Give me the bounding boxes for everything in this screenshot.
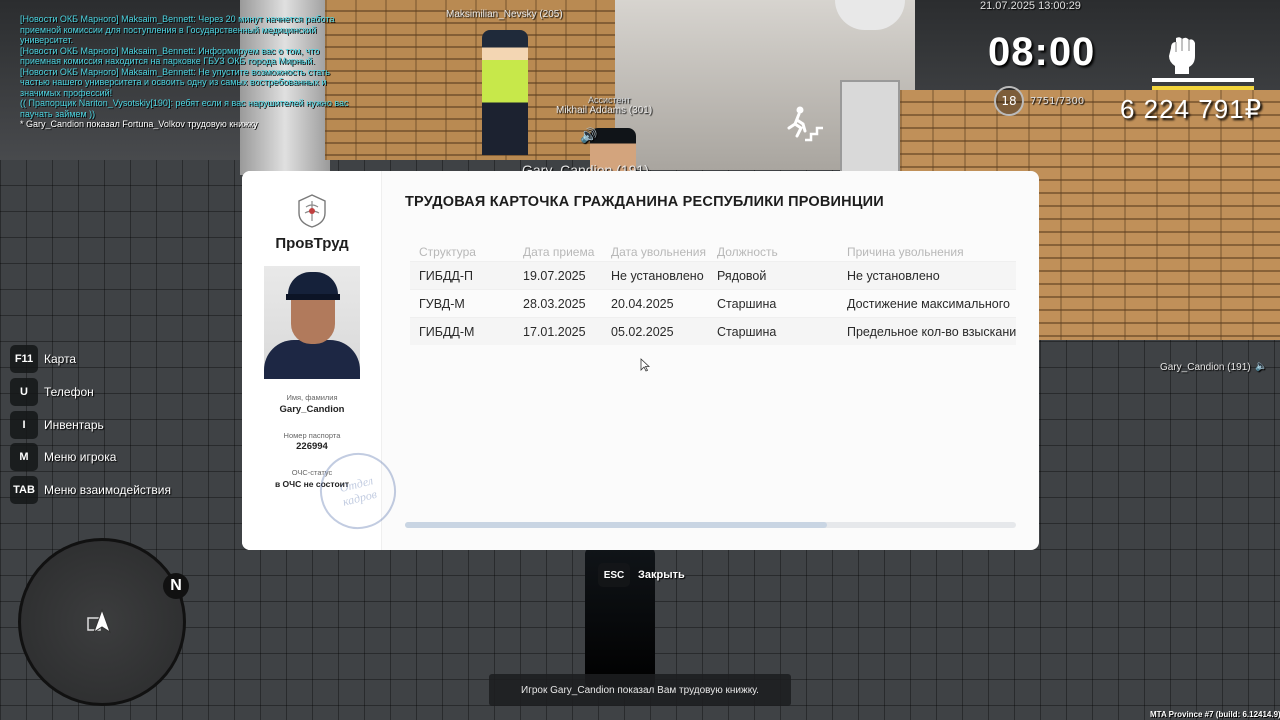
money-counter: 6 224 791₽	[1120, 94, 1263, 124]
hotkey-key: I	[10, 410, 38, 439]
scrollbar-thumb[interactable]	[405, 522, 827, 528]
employment-table: Структура Дата приема Дата увольнения До…	[410, 243, 1016, 345]
hotkey-label: Меню игрока	[44, 450, 117, 465]
table-cell: Достижение максимального	[847, 297, 1010, 311]
hotkey-player-menu[interactable]: M Меню игрока	[10, 443, 171, 472]
column-header: Причина увольнения	[847, 245, 964, 259]
nametag-npc-1: Maksimilian_Nevsky (205)	[446, 9, 563, 20]
health-bar	[1152, 78, 1254, 82]
name-caption: Имя, фамилия	[286, 393, 338, 402]
notification-toast: Игрок Gary_Candion показал Вам трудовую …	[489, 674, 791, 706]
table-row: ГИБДД-М 17.01.2025 05.02.2025 Старшина П…	[410, 317, 1016, 345]
speaker-icon: 🔊	[580, 128, 598, 144]
hud-date: 21.07.2025 13:00:29	[980, 0, 1081, 12]
table-cell: Не установлено	[847, 269, 940, 283]
mouse-cursor-icon	[640, 358, 650, 372]
table-cell: 28.03.2025	[523, 297, 586, 311]
table-row: ГИБДД-П 19.07.2025 Не установлено Рядово…	[410, 261, 1016, 289]
table-cell: 17.01.2025	[523, 325, 586, 339]
chat-line: [Новости ОКБ Марного] Maksaim_Bennett: И…	[20, 45, 320, 67]
passport-caption: Номер паспорта	[283, 431, 341, 440]
card-title: ТРУДОВАЯ КАРТОЧКА ГРАЖДАНИНА РЕСПУБЛИКИ …	[405, 194, 884, 210]
emblem-icon	[298, 194, 326, 228]
chat-line: * Gary_Candion показал Fortuna_Volkov тр…	[20, 119, 258, 129]
card-sidebar: ПровТруд Имя, фамилия Gary_Candion Номер…	[242, 171, 405, 550]
table-cell: ГИБДД-М	[419, 325, 475, 339]
table-cell: Рядовой	[717, 269, 767, 283]
nametag-npc-2: Mikhail Addams (301)	[556, 105, 653, 116]
hotkey-label: Телефон	[44, 384, 94, 399]
hotkey-key: F11	[10, 345, 38, 373]
column-header: Дата увольнения	[611, 245, 706, 259]
build-info: MTA Province #7 (build: 6.12414.9)	[1150, 710, 1280, 719]
table-row: ГУВД-М 28.03.2025 20.04.2025 Старшина До…	[410, 289, 1016, 317]
passport-value: 226994	[296, 441, 328, 452]
table-cell: Старшина	[717, 325, 777, 339]
level-badge: 18	[994, 86, 1024, 116]
name-value: Gary_Candion	[279, 404, 345, 415]
chat-line: [Новости ОКБ Марного] Maksaim_Bennett: Н…	[20, 66, 330, 98]
table-cell: Не установлено	[611, 269, 704, 283]
hotkey-phone[interactable]: U Телефон	[10, 377, 171, 406]
player-arrow-icon	[87, 608, 111, 634]
hotkey-key: TAB	[10, 476, 38, 505]
close-key: ESC	[598, 563, 630, 587]
hotkey-map[interactable]: F11 Карта	[10, 345, 171, 373]
hotkey-inventory[interactable]: I Инвентарь	[10, 410, 171, 439]
hunger-bar-fill	[1152, 86, 1254, 90]
close-label: Закрыть	[638, 569, 685, 581]
chat-log: [Новости ОКБ Марного] Maksaim_Bennett: Ч…	[20, 14, 350, 130]
hud-time: 08:00	[988, 30, 1096, 74]
table-header: Структура Дата приема Дата увольнения До…	[410, 243, 1016, 261]
table-cell: ГУВД-М	[419, 297, 465, 311]
table-cell: 05.02.2025	[611, 325, 674, 339]
nametag-npc-2-role: Ассистент	[588, 95, 631, 105]
chat-line: (( Прапорщик Nariton_Vysotskiy[190]: реб…	[20, 98, 349, 119]
table-cell: ГИБДД-П	[419, 269, 474, 283]
table-cell: Старшина	[717, 297, 777, 311]
hr-stamp: Отдел кадров	[311, 444, 405, 538]
chat-line: [Новости ОКБ Марного] Maksaim_Bennett: Ч…	[20, 14, 335, 45]
hotkey-key: M	[10, 443, 38, 472]
citizen-photo	[264, 266, 360, 379]
org-name: ПровТруд	[275, 235, 349, 252]
hotkey-interaction-menu[interactable]: TAB Меню взаимодействия	[10, 476, 171, 505]
hotkey-list: F11 Карта U Телефон I Инвентарь M Меню и…	[10, 345, 171, 509]
column-header: Структура	[419, 245, 476, 259]
north-indicator: N	[163, 573, 189, 599]
npc-officer	[482, 30, 528, 155]
door	[840, 80, 900, 180]
hotkey-label: Карта	[44, 352, 77, 366]
column-header: Дата приема	[523, 245, 595, 259]
close-button[interactable]: ESC Закрыть	[598, 563, 685, 587]
horizontal-scrollbar[interactable]	[405, 522, 1016, 528]
stairs-icon	[787, 106, 823, 142]
speaker-icon-side: 🔈	[1255, 361, 1268, 372]
table-cell: Предельное кол-во взыскани	[847, 325, 1016, 339]
xp-counter: 7751/7300	[1030, 96, 1085, 107]
table-cell: 20.04.2025	[611, 297, 674, 311]
fist-icon	[1169, 37, 1195, 74]
hunger-bar	[1152, 86, 1254, 90]
column-header: Должность	[717, 245, 778, 259]
nametag-side-player: Gary_Candion (191)	[1160, 362, 1251, 373]
brick-wall-left	[325, 0, 615, 160]
hotkey-key: U	[10, 377, 38, 406]
table-cell: 19.07.2025	[523, 269, 586, 283]
hotkey-label: Инвентарь	[44, 417, 104, 432]
hotkey-label: Меню взаимодействия	[44, 483, 171, 498]
